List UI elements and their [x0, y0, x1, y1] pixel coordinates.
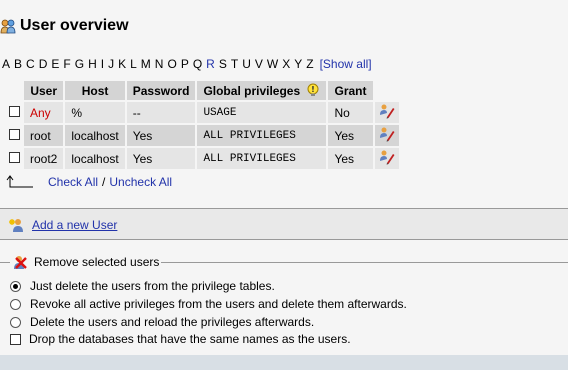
cell-user: Any — [24, 102, 64, 123]
table-row: root localhost Yes ALL PRIVILEGES Yes — [4, 125, 399, 146]
cell-user: root — [24, 125, 64, 146]
row-checkbox-cell — [4, 148, 22, 169]
bulk-separator: / — [102, 175, 106, 189]
cell-grant: Yes — [328, 125, 373, 146]
remove-option-reload[interactable]: Delete the users and reload the privileg… — [10, 315, 314, 329]
remove-option-label: Delete the users and reload the privileg… — [30, 315, 315, 329]
row-checkbox[interactable] — [9, 151, 20, 163]
cell-user: root2 — [24, 148, 64, 169]
cell-grant: Yes — [328, 148, 373, 169]
column-host[interactable]: Host — [65, 81, 125, 100]
alphabet-letter-h[interactable]: H — [88, 57, 97, 71]
add-user-icon — [9, 219, 23, 232]
bulk-select: Check All / Uncheck All — [6, 175, 172, 189]
alphabet-letter-d[interactable]: D — [39, 57, 48, 71]
add-user-section: Add a new User — [0, 208, 568, 240]
row-checkbox[interactable] — [9, 105, 20, 117]
alphabet-letter-q[interactable]: Q — [193, 57, 202, 71]
alphabet-letter-i[interactable]: I — [101, 57, 104, 71]
svg-text:!: ! — [312, 85, 316, 94]
column-global-privileges-label: Global privileges — [203, 84, 301, 98]
column-password[interactable]: Password — [126, 81, 196, 100]
cell-privileges: USAGE — [197, 102, 327, 123]
edit-cell — [374, 148, 399, 169]
page-title: User overview — [20, 17, 129, 34]
users-icon — [0, 19, 16, 34]
alphabet-letter-m[interactable]: M — [141, 57, 151, 71]
alphabet-letter-s[interactable]: S — [219, 57, 227, 71]
alphabet-letter-j[interactable]: J — [108, 57, 114, 71]
add-user-link[interactable]: Add a new User — [32, 218, 117, 232]
alphabet-letter-a[interactable]: A — [2, 57, 10, 71]
drop-databases-label: Drop the databases that have the same na… — [29, 332, 351, 346]
remove-option-revoke[interactable]: Revoke all active privileges from the us… — [10, 297, 407, 311]
show-all-link[interactable]: [Show all] — [320, 57, 372, 71]
alphabet-letter-n[interactable]: N — [155, 57, 164, 71]
alphabet-letter-c[interactable]: C — [26, 57, 35, 71]
alphabet-letter-e[interactable]: E — [51, 57, 59, 71]
edit-user-icon[interactable] — [379, 126, 395, 142]
alphabet-letter-g[interactable]: G — [75, 57, 84, 71]
table-row: Any % -- USAGE No — [4, 102, 399, 123]
cell-host: localhost — [65, 148, 125, 169]
edit-cell — [374, 125, 399, 146]
drop-databases-checkbox[interactable] — [10, 333, 21, 345]
remove-users-legend-label: Remove selected users — [34, 255, 160, 269]
alphabet-letter-y[interactable]: Y — [294, 57, 302, 71]
alphabet-letter-l[interactable]: L — [130, 57, 137, 71]
remove-users-legend: Remove selected users — [10, 254, 162, 270]
remove-option-delete[interactable]: Just delete the users from the privilege… — [10, 279, 275, 293]
row-checkbox[interactable] — [9, 128, 20, 140]
table-header-row: User Host Password Global privileges ! G… — [4, 81, 399, 100]
header-edit-spacer — [375, 81, 399, 100]
column-global-privileges[interactable]: Global privileges ! — [197, 81, 327, 100]
alphabet-letter-k[interactable]: K — [118, 57, 126, 71]
alphabet-letter-v[interactable]: V — [255, 57, 263, 71]
table-row: root2 localhost Yes ALL PRIVILEGES Yes — [4, 148, 399, 169]
remove-option-label: Revoke all active privileges from the us… — [30, 297, 407, 311]
page-header: User overview — [0, 14, 129, 38]
users-table: User Host Password Global privileges ! G… — [2, 79, 401, 171]
remove-option-label: Just delete the users from the privilege… — [30, 279, 275, 293]
cell-grant: No — [328, 102, 373, 123]
alphabet-filter: A B C D E F G H I J K L M N O P Q R S T U V W X Y Z [Show all] — [2, 57, 376, 71]
help-icon[interactable]: ! — [306, 83, 320, 97]
uncheck-all-link[interactable]: Uncheck All — [109, 175, 172, 189]
alphabet-letter-o[interactable]: O — [167, 57, 176, 71]
header-spacer — [4, 81, 22, 100]
edit-user-icon[interactable] — [379, 103, 395, 119]
alphabet-letter-p[interactable]: P — [181, 57, 189, 71]
row-checkbox-cell — [4, 125, 22, 146]
cell-password: -- — [126, 102, 196, 123]
remove-user-icon — [14, 256, 27, 269]
alphabet-letter-z[interactable]: Z — [306, 57, 313, 71]
alphabet-letter-x[interactable]: X — [282, 57, 290, 71]
alphabet-letter-r[interactable]: R — [206, 57, 215, 71]
alphabet-letter-t[interactable]: T — [231, 57, 238, 71]
radio-delete-only[interactable] — [10, 280, 21, 292]
bottom-bar — [0, 355, 568, 370]
alphabet-letter-u[interactable]: U — [242, 57, 251, 71]
cell-password: Yes — [126, 148, 196, 169]
row-checkbox-cell — [4, 102, 22, 123]
cell-privileges: ALL PRIVILEGES — [197, 148, 327, 169]
cell-host: % — [65, 102, 125, 123]
radio-delete-reload[interactable] — [10, 316, 21, 328]
cell-host: localhost — [65, 125, 125, 146]
column-grant[interactable]: Grant — [328, 81, 373, 100]
column-user[interactable]: User — [24, 81, 64, 100]
cell-privileges: ALL PRIVILEGES — [197, 125, 327, 146]
edit-user-icon[interactable] — [379, 149, 395, 165]
cell-password: Yes — [126, 125, 196, 146]
alphabet-letter-w[interactable]: W — [267, 57, 278, 71]
arrow-up-left-icon — [6, 175, 33, 188]
alphabet-letter-f[interactable]: F — [63, 57, 70, 71]
edit-cell — [374, 102, 399, 123]
alphabet-letter-b[interactable]: B — [14, 57, 22, 71]
check-all-link[interactable]: Check All — [48, 175, 98, 189]
drop-databases-option[interactable]: Drop the databases that have the same na… — [10, 332, 351, 346]
radio-revoke-delete[interactable] — [10, 298, 21, 310]
